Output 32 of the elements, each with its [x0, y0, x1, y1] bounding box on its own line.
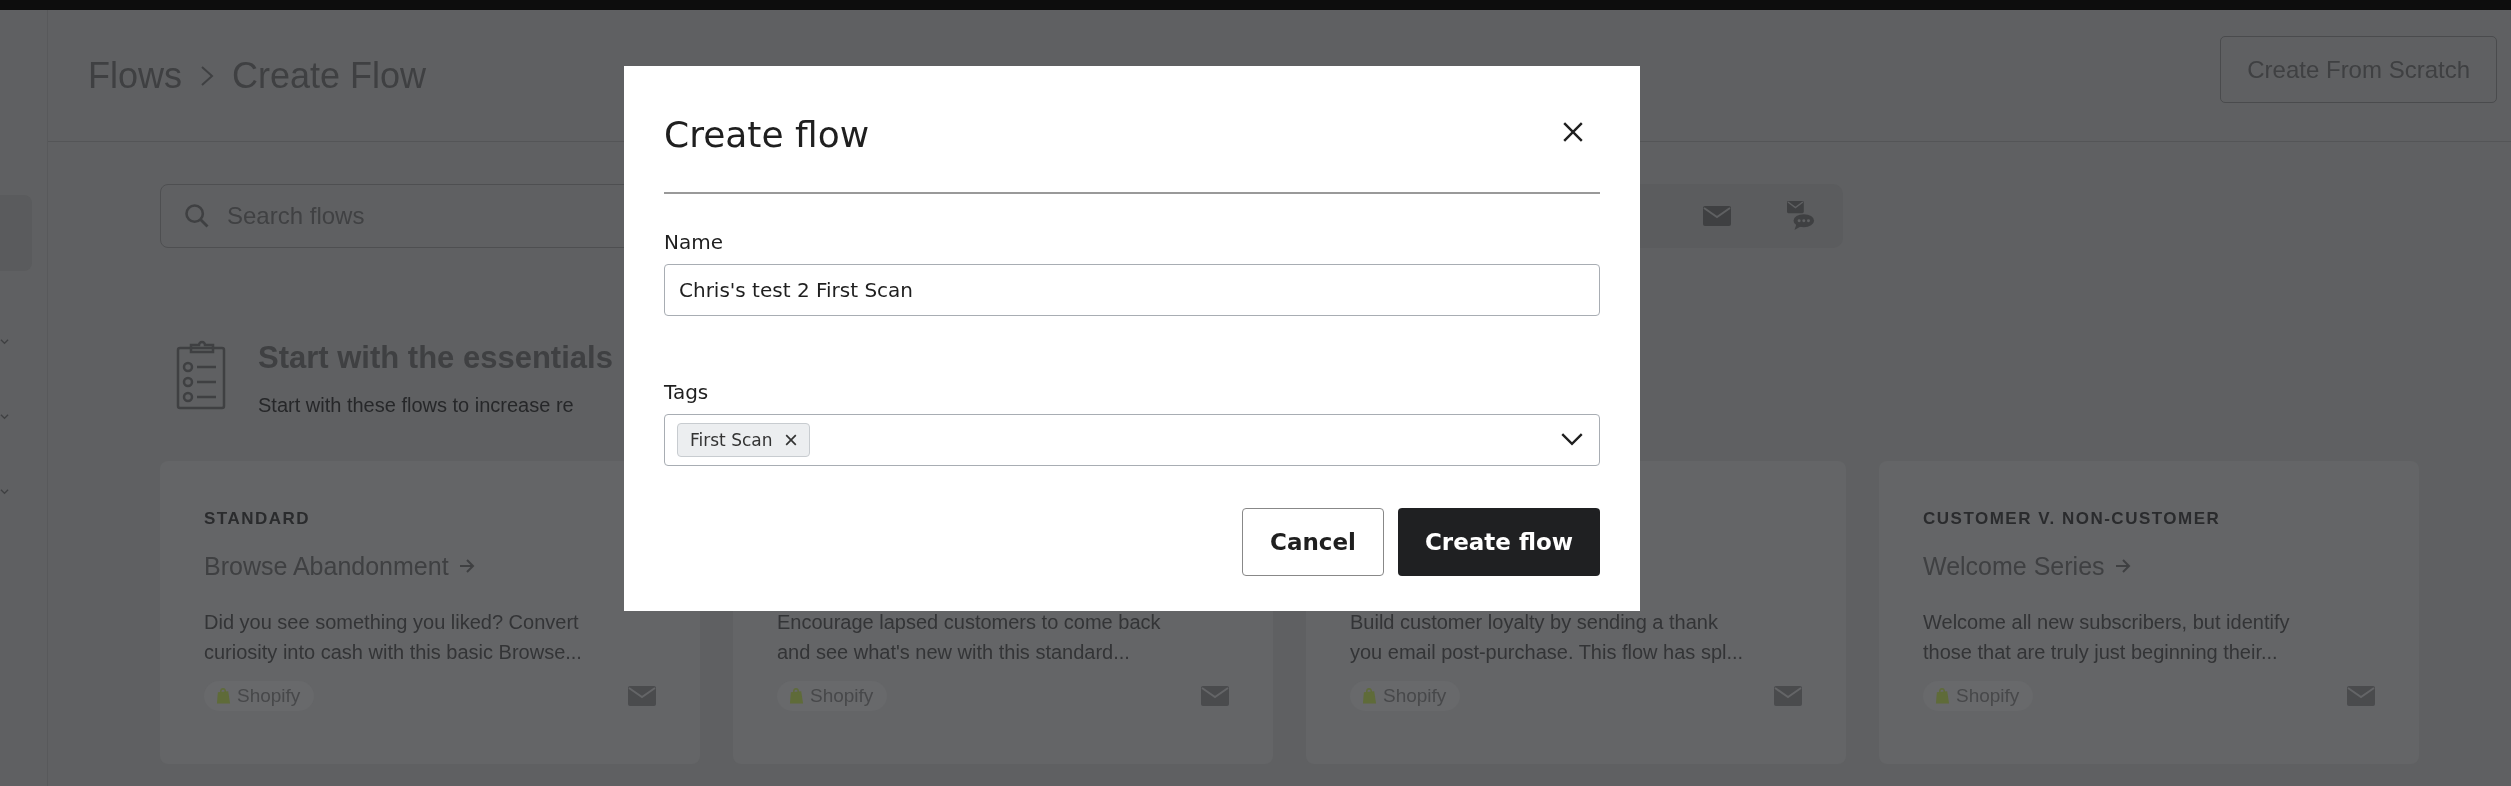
chevron-icon [200, 64, 214, 87]
search-icon [183, 202, 211, 230]
chevron-icon[interactable] [0, 337, 9, 346]
shopping-bag-icon [789, 687, 804, 705]
create-flow-button[interactable]: Create flow [1397, 507, 1600, 576]
tag-chip: First Scan [677, 422, 810, 457]
tags-select[interactable]: First Scan [664, 413, 1600, 466]
shopping-bag-icon [1362, 687, 1377, 705]
cancel-button[interactable]: Cancel [1242, 507, 1384, 576]
chevron-icon[interactable] [0, 487, 9, 496]
shopping-bag-icon [1935, 687, 1950, 705]
mail-icon [2347, 686, 2375, 706]
card-category: STANDARD [204, 509, 312, 529]
checklist-icon [176, 340, 226, 410]
mail-icon [1201, 686, 1229, 706]
mail-icon[interactable] [1703, 203, 1731, 229]
remove-icon[interactable] [784, 433, 797, 446]
field-label: Name [664, 229, 724, 254]
close-icon[interactable] [1562, 121, 1584, 143]
shopping-bag-icon [216, 687, 231, 705]
mail-chat-icon[interactable] [1787, 201, 1815, 231]
arrow-icon [2114, 558, 2131, 574]
name-input[interactable]: Chris's test 2 First Scan [664, 263, 1600, 316]
mail-icon [1774, 686, 1802, 706]
mail-icon [628, 686, 656, 706]
arrow-icon [458, 558, 475, 574]
card-category: CUSTOMER V. NON-CUSTOMER [1923, 509, 2222, 529]
dialog-title: Create flow [664, 113, 870, 155]
chevron-icon[interactable] [0, 412, 9, 421]
field-label: Tags [664, 379, 710, 404]
section-subtitle: Start with these flows to increase re [258, 394, 575, 417]
chevron-down-icon[interactable] [1561, 433, 1583, 446]
